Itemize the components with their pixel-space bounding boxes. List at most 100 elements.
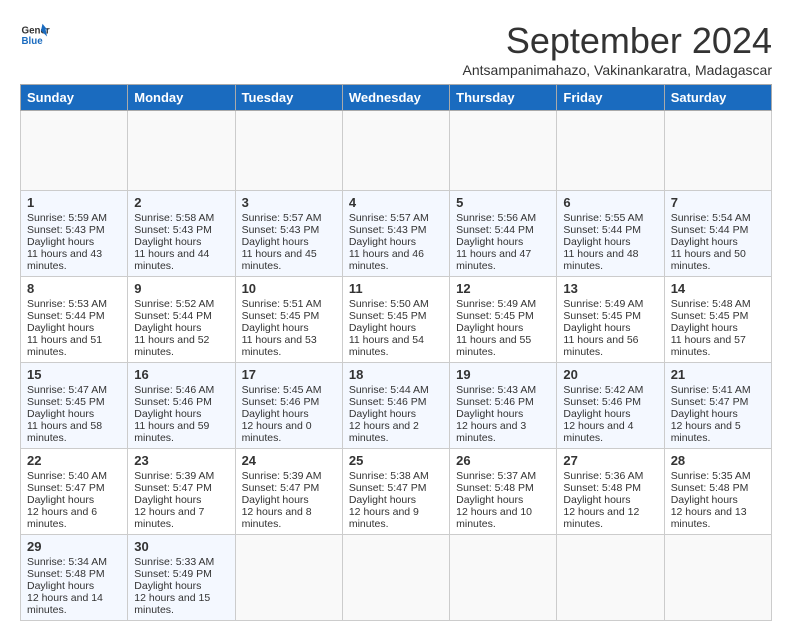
calendar-cell: 17 Sunrise: 5:45 AMSunset: 5:46 PMDayligh…	[235, 363, 342, 449]
day-info: Sunrise: 5:53 AMSunset: 5:44 PMDaylight …	[27, 298, 107, 358]
day-number: 10	[242, 281, 336, 296]
day-info: Sunrise: 5:49 AMSunset: 5:45 PMDaylight …	[563, 298, 643, 358]
month-title: September 2024	[463, 20, 772, 62]
svg-text:Blue: Blue	[22, 36, 44, 47]
calendar-week-row: 29Sunrise: 5:34 AMSunset: 5:48 PMDayligh…	[21, 535, 772, 621]
logo: General Blue	[20, 20, 50, 50]
day-number: 28	[671, 453, 765, 468]
calendar-week-row	[21, 111, 772, 191]
calendar-header-row: SundayMondayTuesdayWednesdayThursdayFrid…	[21, 85, 772, 111]
day-info: Sunrise: 5:51 AMSunset: 5:45 PMDaylight …	[242, 298, 322, 358]
calendar-week-row: 22 Sunrise: 5:40 AMSunset: 5:47 PMDayligh…	[21, 449, 772, 535]
calendar-cell: 23 Sunrise: 5:39 AMSunset: 5:47 PMDayligh…	[128, 449, 235, 535]
calendar-cell: 4 Sunrise: 5:57 AMSunset: 5:43 PMDaylight…	[342, 191, 449, 277]
day-info: Sunrise: 5:50 AMSunset: 5:45 PMDaylight …	[349, 298, 429, 358]
weekday-header: Thursday	[450, 85, 557, 111]
weekday-header: Sunday	[21, 85, 128, 111]
calendar-cell: 22 Sunrise: 5:40 AMSunset: 5:47 PMDayligh…	[21, 449, 128, 535]
calendar-cell: 19 Sunrise: 5:43 AMSunset: 5:46 PMDayligh…	[450, 363, 557, 449]
day-info: Sunrise: 5:33 AMSunset: 5:49 PMDaylight …	[134, 556, 214, 616]
day-number: 7	[671, 195, 765, 210]
day-info: Sunrise: 5:41 AMSunset: 5:47 PMDaylight …	[671, 384, 751, 444]
calendar-cell: 30 Sunrise: 5:33 AMSunset: 5:49 PMDayligh…	[128, 535, 235, 621]
calendar-cell: 11 Sunrise: 5:50 AMSunset: 5:45 PMDayligh…	[342, 277, 449, 363]
calendar-cell: 29Sunrise: 5:34 AMSunset: 5:48 PMDayligh…	[21, 535, 128, 621]
day-number: 15	[27, 367, 121, 382]
day-number: 5	[456, 195, 550, 210]
calendar-cell: 12 Sunrise: 5:49 AMSunset: 5:45 PMDayligh…	[450, 277, 557, 363]
calendar-cell	[21, 111, 128, 191]
weekday-header: Wednesday	[342, 85, 449, 111]
calendar-cell: 1 Sunrise: 5:59 AMSunset: 5:43 PMDaylight…	[21, 191, 128, 277]
day-number: 22	[27, 453, 121, 468]
day-number: 27	[563, 453, 657, 468]
calendar-cell	[557, 111, 664, 191]
calendar-cell: 21 Sunrise: 5:41 AMSunset: 5:47 PMDayligh…	[664, 363, 771, 449]
calendar-cell: 10 Sunrise: 5:51 AMSunset: 5:45 PMDayligh…	[235, 277, 342, 363]
day-number: 8	[27, 281, 121, 296]
weekday-header: Monday	[128, 85, 235, 111]
calendar-cell	[664, 535, 771, 621]
day-number: 13	[563, 281, 657, 296]
day-info: Sunrise: 5:37 AMSunset: 5:48 PMDaylight …	[456, 470, 536, 530]
calendar-cell: 28Sunrise: 5:35 AMSunset: 5:48 PMDayligh…	[664, 449, 771, 535]
calendar-table: SundayMondayTuesdayWednesdayThursdayFrid…	[20, 84, 772, 621]
day-info: Sunrise: 5:43 AMSunset: 5:46 PMDaylight …	[456, 384, 536, 444]
day-info: Sunrise: 5:45 AMSunset: 5:46 PMDaylight …	[242, 384, 322, 444]
day-number: 4	[349, 195, 443, 210]
day-info: Sunrise: 5:44 AMSunset: 5:46 PMDaylight …	[349, 384, 429, 444]
calendar-week-row: 15 Sunrise: 5:47 AMSunset: 5:45 PMDayligh…	[21, 363, 772, 449]
day-number: 19	[456, 367, 550, 382]
calendar-cell: 2 Sunrise: 5:58 AMSunset: 5:43 PMDaylight…	[128, 191, 235, 277]
calendar-cell	[342, 111, 449, 191]
calendar-cell: 14 Sunrise: 5:48 AMSunset: 5:45 PMDayligh…	[664, 277, 771, 363]
calendar-cell: 3 Sunrise: 5:57 AMSunset: 5:43 PMDaylight…	[235, 191, 342, 277]
day-info: Sunrise: 5:40 AMSunset: 5:47 PMDaylight …	[27, 470, 107, 530]
day-number: 21	[671, 367, 765, 382]
calendar-cell: 26 Sunrise: 5:37 AMSunset: 5:48 PMDayligh…	[450, 449, 557, 535]
day-number: 24	[242, 453, 336, 468]
calendar-cell	[450, 111, 557, 191]
day-number: 26	[456, 453, 550, 468]
calendar-cell: 6Sunrise: 5:55 AMSunset: 5:44 PMDaylight…	[557, 191, 664, 277]
calendar-cell: 25Sunrise: 5:38 AMSunset: 5:47 PMDayligh…	[342, 449, 449, 535]
day-info: Sunrise: 5:49 AMSunset: 5:45 PMDaylight …	[456, 298, 536, 358]
day-number: 23	[134, 453, 228, 468]
calendar-cell: 16 Sunrise: 5:46 AMSunset: 5:46 PMDayligh…	[128, 363, 235, 449]
calendar-cell: 27 Sunrise: 5:36 AMSunset: 5:48 PMDayligh…	[557, 449, 664, 535]
calendar-cell	[557, 535, 664, 621]
calendar-cell: 9Sunrise: 5:52 AMSunset: 5:44 PMDaylight…	[128, 277, 235, 363]
calendar-cell: 8 Sunrise: 5:53 AMSunset: 5:44 PMDaylight…	[21, 277, 128, 363]
day-info: Sunrise: 5:36 AMSunset: 5:48 PMDaylight …	[563, 470, 643, 530]
day-number: 17	[242, 367, 336, 382]
day-info: Sunrise: 5:57 AMSunset: 5:43 PMDaylight …	[242, 212, 322, 272]
day-number: 16	[134, 367, 228, 382]
day-info: Sunrise: 5:59 AMSunset: 5:43 PMDaylight …	[27, 212, 107, 272]
calendar-week-row: 8 Sunrise: 5:53 AMSunset: 5:44 PMDaylight…	[21, 277, 772, 363]
day-info: Sunrise: 5:57 AMSunset: 5:43 PMDaylight …	[349, 212, 429, 272]
day-number: 30	[134, 539, 228, 554]
day-number: 14	[671, 281, 765, 296]
day-info: Sunrise: 5:39 AMSunset: 5:47 PMDaylight …	[134, 470, 214, 530]
day-info: Sunrise: 5:48 AMSunset: 5:45 PMDaylight …	[671, 298, 751, 358]
day-info: Sunrise: 5:46 AMSunset: 5:46 PMDaylight …	[134, 384, 214, 444]
day-number: 2	[134, 195, 228, 210]
day-info: Sunrise: 5:58 AMSunset: 5:43 PMDaylight …	[134, 212, 214, 272]
calendar-cell: 18 Sunrise: 5:44 AMSunset: 5:46 PMDayligh…	[342, 363, 449, 449]
day-number: 12	[456, 281, 550, 296]
day-number: 18	[349, 367, 443, 382]
day-info: Sunrise: 5:39 AMSunset: 5:47 PMDaylight …	[242, 470, 322, 530]
calendar-cell	[235, 535, 342, 621]
day-number: 3	[242, 195, 336, 210]
day-info: Sunrise: 5:47 AMSunset: 5:45 PMDaylight …	[27, 384, 107, 444]
calendar-cell	[450, 535, 557, 621]
calendar-cell	[342, 535, 449, 621]
day-info: Sunrise: 5:52 AMSunset: 5:44 PMDaylight …	[134, 298, 214, 358]
calendar-cell: 7 Sunrise: 5:54 AMSunset: 5:44 PMDaylight…	[664, 191, 771, 277]
calendar-cell: 13 Sunrise: 5:49 AMSunset: 5:45 PMDayligh…	[557, 277, 664, 363]
calendar-cell	[235, 111, 342, 191]
weekday-header: Saturday	[664, 85, 771, 111]
day-number: 11	[349, 281, 443, 296]
day-info: Sunrise: 5:54 AMSunset: 5:44 PMDaylight …	[671, 212, 751, 272]
day-number: 1	[27, 195, 121, 210]
